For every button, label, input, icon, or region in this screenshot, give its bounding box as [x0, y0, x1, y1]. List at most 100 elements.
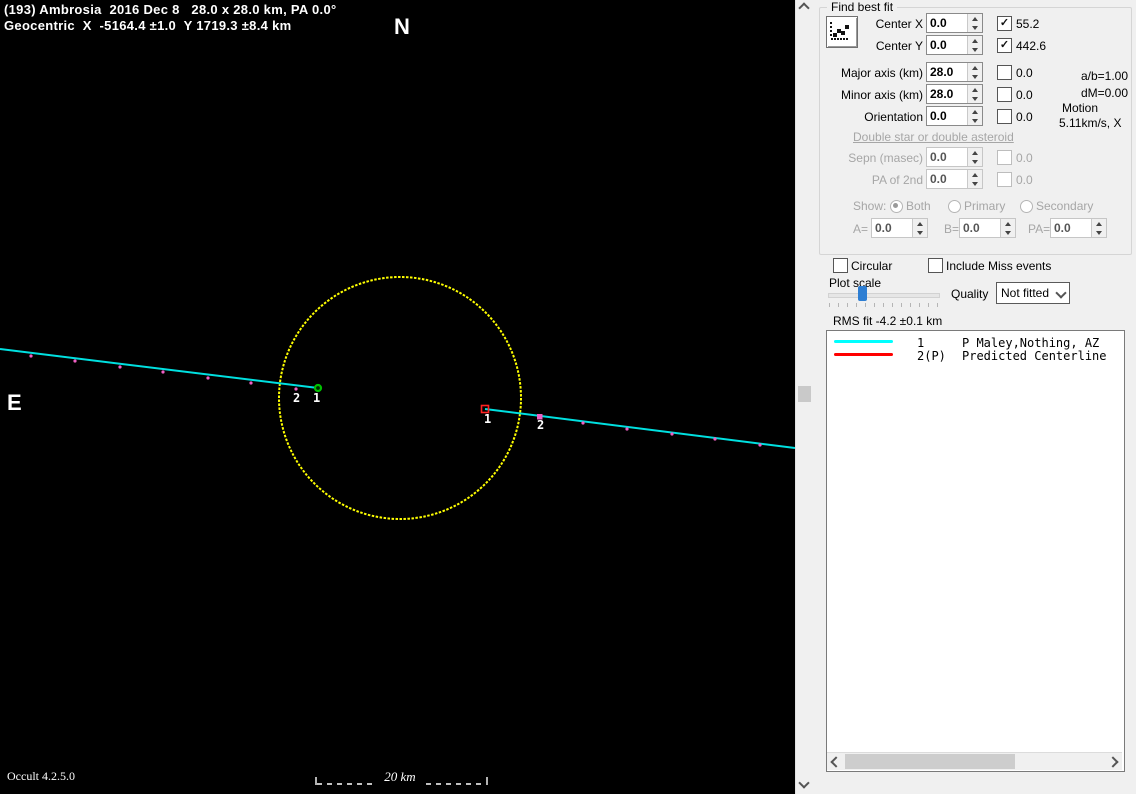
- spin-down-icon: [1092, 228, 1106, 237]
- include-miss-checkbox[interactable]: [928, 258, 943, 273]
- center-y-label: Center Y: [875, 39, 923, 53]
- minor-axis-label: Minor axis (km): [840, 88, 923, 102]
- minor-axis-value[interactable]: 28.0: [927, 85, 967, 103]
- spin-up-icon[interactable]: [968, 63, 982, 72]
- chord1-color-swatch: [834, 340, 893, 343]
- center-x-value[interactable]: 0.0: [927, 14, 967, 32]
- scroll-up-icon[interactable]: [798, 2, 810, 14]
- list-item[interactable]: 2(P) Predicted Centerline: [827, 349, 1124, 363]
- axis-ratio-readout: a/b=1.00: [1080, 69, 1128, 83]
- b-label: B=: [944, 222, 960, 236]
- minor-axis-spinner[interactable]: 28.0: [926, 84, 983, 104]
- major-axis-value[interactable]: 28.0: [927, 63, 967, 81]
- plot-scale-slider-track[interactable]: [828, 293, 940, 298]
- panel-vertical-scrollbar[interactable]: [795, 0, 814, 794]
- chord-legend-listbox[interactable]: 1 P Maley,Nothing, AZ 2(P) Predicted Cen…: [826, 330, 1125, 772]
- center-y-spinner[interactable]: 0.0: [926, 35, 983, 55]
- pa-label: PA=: [1028, 222, 1051, 236]
- motion-readout: 5.11km/s, X: [1059, 116, 1122, 130]
- center-x-fit-result: 55.2: [1016, 17, 1040, 31]
- plot-title-line1: (193) Ambrosia 2016 Dec 8 28.0 x 28.0 km…: [4, 2, 337, 17]
- chord2-name: Predicted Centerline: [962, 349, 1107, 363]
- spin-up-icon: [968, 148, 982, 157]
- spin-up-icon[interactable]: [968, 85, 982, 94]
- quality-label: Quality: [951, 287, 989, 301]
- chord1-left-label: 1: [313, 391, 321, 405]
- orientation-spinner[interactable]: 0.0: [926, 106, 983, 126]
- spin-down-icon[interactable]: [968, 94, 982, 103]
- sepn-fit-checkbox: [997, 150, 1012, 165]
- app-version-label: Occult 4.2.5.0: [7, 769, 75, 783]
- plot-scale-slider-ticks: [829, 303, 939, 307]
- quality-dropdown[interactable]: Not fitted: [996, 282, 1070, 304]
- pa-2nd-fit-result: 0.0: [1016, 173, 1033, 187]
- spin-down-icon: [913, 228, 927, 237]
- show-secondary-radio: [1020, 200, 1033, 213]
- horizontal-scroll-thumb[interactable]: [845, 754, 1015, 769]
- chord2-left-label: 2: [293, 391, 301, 405]
- major-axis-spinner[interactable]: 28.0: [926, 62, 983, 82]
- spin-down-icon: [968, 157, 982, 166]
- center-y-value[interactable]: 0.0: [927, 36, 967, 54]
- spin-up-icon: [1001, 219, 1015, 228]
- minor-axis-fit-checkbox[interactable]: [997, 87, 1012, 102]
- east-direction-label: E: [7, 390, 22, 415]
- sepn-label: Sepn (masec): [848, 151, 923, 165]
- center-x-fit-checkbox[interactable]: [997, 16, 1012, 31]
- pa-2nd-spinner: 0.0: [926, 169, 983, 189]
- find-best-fit-title: Find best fit: [827, 0, 898, 14]
- legend-horizontal-scrollbar[interactable]: [827, 752, 1122, 770]
- pa-spinner: 0.0: [1050, 218, 1107, 238]
- center-x-spinner[interactable]: 0.0: [926, 13, 983, 33]
- pa-2nd-fit-checkbox: [997, 172, 1012, 187]
- a-spinner: 0.0: [871, 218, 928, 238]
- pa-2nd-value: 0.0: [930, 172, 947, 186]
- plot-scale-label: Plot scale: [829, 276, 882, 290]
- occultation-plot-canvas[interactable]: (193) Ambrosia 2016 Dec 8 28.0 x 28.0 km…: [0, 0, 795, 794]
- list-item[interactable]: 1 P Maley,Nothing, AZ: [827, 336, 1124, 350]
- chord1-post-segment: [484, 408, 795, 449]
- center-x-label: Center X: [875, 17, 923, 31]
- chord1-id: 1: [917, 336, 925, 350]
- spin-down-icon[interactable]: [968, 45, 982, 54]
- a-value: 0.0: [875, 221, 892, 235]
- circular-checkbox[interactable]: [833, 258, 848, 273]
- spin-up-icon[interactable]: [968, 14, 982, 23]
- spin-up-icon: [913, 219, 927, 228]
- spin-down-icon[interactable]: [968, 72, 982, 81]
- scroll-right-icon[interactable]: [1107, 756, 1119, 768]
- spin-up-icon[interactable]: [968, 107, 982, 116]
- orientation-label: Orientation: [864, 110, 923, 124]
- chevron-down-icon[interactable]: [1055, 287, 1067, 299]
- spin-up-icon[interactable]: [968, 36, 982, 45]
- chord1-right-label: 1: [484, 412, 492, 426]
- orientation-value[interactable]: 0.0: [927, 107, 967, 125]
- sepn-fit-result: 0.0: [1016, 151, 1033, 165]
- scroll-left-icon[interactable]: [830, 756, 842, 768]
- quality-value: Not fitted: [1001, 286, 1050, 300]
- circular-label: Circular: [851, 259, 893, 273]
- predicted-tick-dots: [29, 354, 762, 447]
- plot-scale-slider-thumb[interactable]: [858, 286, 867, 301]
- scale-bar-label: 20 km: [384, 769, 416, 784]
- sepn-value: 0.0: [930, 150, 947, 164]
- scroll-down-icon[interactable]: [798, 777, 810, 789]
- chord1-pre-segment: [0, 348, 319, 389]
- show-both-label: Both: [906, 199, 931, 213]
- spin-down-icon[interactable]: [968, 116, 982, 125]
- motion-label: Motion: [1062, 101, 1099, 115]
- orientation-fit-checkbox[interactable]: [997, 109, 1012, 124]
- spin-down-icon[interactable]: [968, 23, 982, 32]
- chord2-color-swatch: [834, 353, 893, 356]
- vertical-scroll-thumb[interactable]: [798, 386, 811, 402]
- include-miss-label: Include Miss events: [946, 259, 1052, 273]
- major-axis-fit-result: 0.0: [1016, 66, 1033, 80]
- pa-value: 0.0: [1054, 221, 1071, 235]
- spin-up-icon: [968, 170, 982, 179]
- center-y-fit-checkbox[interactable]: [997, 38, 1012, 53]
- major-axis-fit-checkbox[interactable]: [997, 65, 1012, 80]
- pa-2nd-label: PA of 2nd: [871, 173, 923, 187]
- major-axis-label: Major axis (km): [840, 66, 923, 80]
- show-both-radio: [890, 200, 903, 213]
- dm-readout: dM=0.00: [1080, 86, 1128, 100]
